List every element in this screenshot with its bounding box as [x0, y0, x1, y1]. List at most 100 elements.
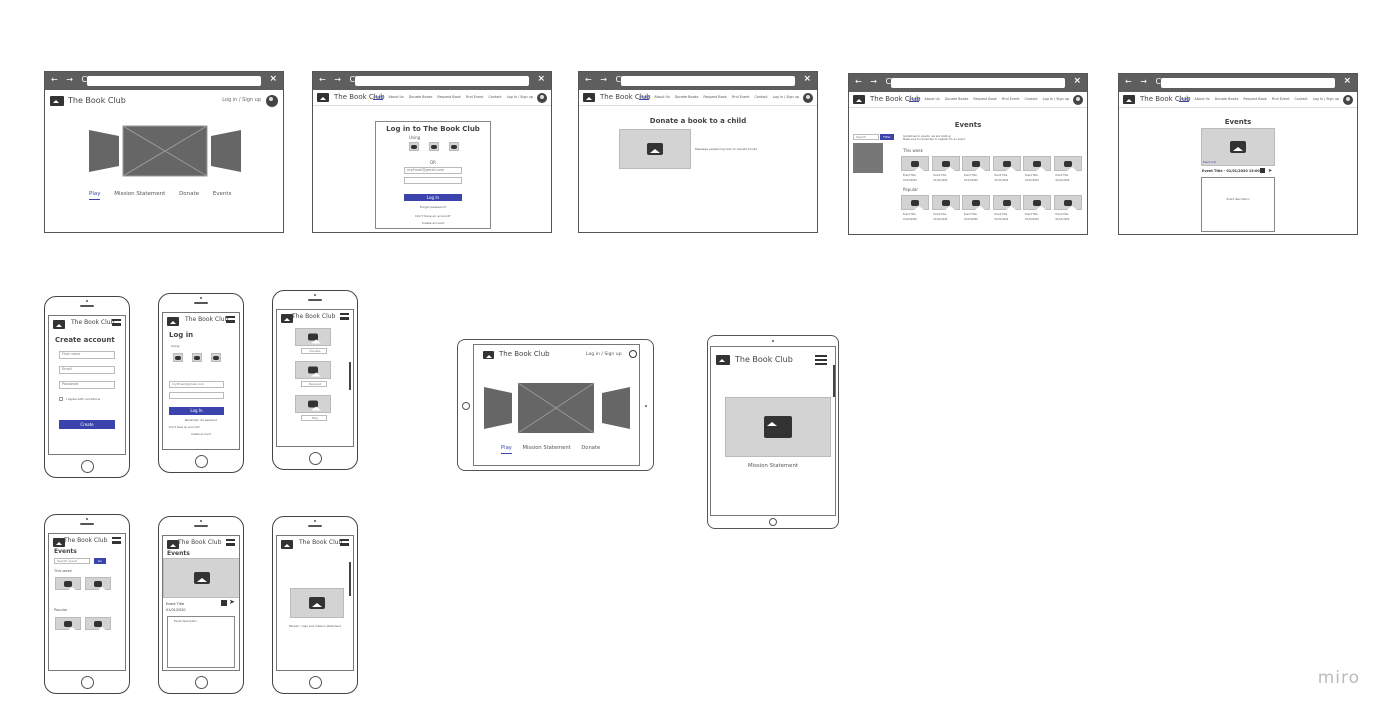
filter-button[interactable]: Filter: [880, 134, 894, 140]
nav-mission[interactable]: Mission Statement: [522, 445, 570, 451]
play-button[interactable]: Play: [301, 415, 327, 421]
event-card-image[interactable]: [1053, 156, 1082, 171]
nav-home[interactable]: Home: [909, 97, 920, 102]
email-field[interactable]: myEmail@gmail.com: [169, 381, 224, 388]
menu-icon[interactable]: [112, 319, 121, 326]
nav-donate-books[interactable]: Donate Books: [945, 97, 969, 101]
event-card-image[interactable]: [992, 195, 1021, 210]
nav-home[interactable]: Home: [639, 95, 650, 100]
nav-donate-books[interactable]: Donate Books: [409, 95, 433, 99]
email-field[interactable]: Email: [59, 366, 115, 374]
nav-home[interactable]: Home: [1179, 97, 1190, 102]
event-card-image[interactable]: [992, 156, 1021, 171]
menu-icon[interactable]: [340, 539, 349, 546]
nav-about[interactable]: About Us: [388, 95, 403, 99]
calendar-icon[interactable]: [221, 600, 227, 606]
password-field[interactable]: [404, 177, 462, 184]
nav-find-event[interactable]: Find Event: [732, 95, 750, 99]
login-link[interactable]: Log in / Sign up: [586, 352, 622, 357]
menu-icon[interactable]: [226, 539, 235, 546]
nav-donate[interactable]: Donate: [179, 191, 199, 197]
nav-donate-books[interactable]: Donate Books: [675, 95, 699, 99]
search-button[interactable]: Go: [94, 558, 106, 564]
avatar-icon[interactable]: [266, 95, 278, 107]
menu-icon[interactable]: [340, 313, 349, 320]
event-card-image[interactable]: [1053, 195, 1082, 210]
menu-icon[interactable]: [226, 316, 235, 323]
forgot-password-link[interactable]: Forgot password?: [376, 205, 490, 209]
login-button[interactable]: Log In: [169, 407, 224, 415]
home-button[interactable]: [769, 518, 777, 526]
nav-find-event[interactable]: Find Event: [1002, 97, 1020, 101]
nav-request-book[interactable]: Request Book: [703, 95, 726, 99]
home-button[interactable]: [81, 676, 94, 689]
nav-donate[interactable]: Donate: [581, 445, 600, 451]
calendar-icon[interactable]: [1260, 168, 1265, 173]
url-bar[interactable]: [355, 76, 529, 86]
home-button[interactable]: [309, 452, 322, 465]
nav-about[interactable]: About Us: [1194, 97, 1209, 101]
nav-request-book[interactable]: Request Book: [437, 95, 460, 99]
event-card-image[interactable]: [1023, 156, 1051, 171]
nav-mission[interactable]: Mission Statement: [114, 191, 165, 197]
remember-me[interactable]: Remember me password: [163, 419, 239, 422]
url-bar[interactable]: [87, 76, 261, 86]
home-button[interactable]: [195, 455, 208, 468]
url-bar[interactable]: [621, 76, 795, 86]
search-input[interactable]: Search event: [54, 558, 90, 564]
nav-about[interactable]: About Us: [654, 95, 669, 99]
event-tag[interactable]: Event Link: [1203, 161, 1216, 164]
login-button[interactable]: Log In: [404, 194, 462, 201]
event-card-image[interactable]: [1023, 195, 1051, 210]
avatar-icon[interactable]: [1343, 95, 1353, 105]
menu-icon[interactable]: [815, 355, 827, 365]
share-icon[interactable]: ➤: [229, 598, 235, 606]
event-card-image[interactable]: [55, 577, 81, 591]
event-card-image[interactable]: [962, 195, 990, 210]
avatar-icon[interactable]: [629, 350, 637, 358]
login-link[interactable]: Log in / Sign up: [222, 97, 261, 103]
nav-login[interactable]: Log In / Sign up: [507, 95, 533, 99]
nav-login[interactable]: Log In / Sign up: [1043, 97, 1069, 101]
menu-icon[interactable]: [112, 537, 121, 544]
password-field[interactable]: [169, 392, 224, 399]
email-field[interactable]: myEmail@gmail.com: [404, 167, 462, 174]
create-button[interactable]: Create: [59, 420, 115, 429]
twitter-login-button[interactable]: [449, 142, 464, 155]
donate-button[interactable]: Donate: [301, 348, 327, 354]
nav-play[interactable]: Play: [89, 191, 101, 200]
nav-find-event[interactable]: Find Event: [466, 95, 484, 99]
first-name-field[interactable]: First name: [59, 351, 115, 359]
nav-play[interactable]: Play: [501, 445, 512, 454]
home-button[interactable]: [81, 460, 94, 473]
create-account-link[interactable]: Create account: [163, 433, 239, 436]
event-card-image[interactable]: [85, 617, 111, 631]
request-button[interactable]: Request: [301, 381, 327, 387]
event-card-image[interactable]: [901, 156, 929, 171]
nav-events[interactable]: Events: [213, 191, 232, 197]
avatar-icon[interactable]: [537, 93, 547, 103]
url-bar[interactable]: [891, 78, 1065, 88]
nav-about[interactable]: About Us: [924, 97, 939, 101]
nav-donate-books[interactable]: Donate Books: [1215, 97, 1239, 101]
google-login-button[interactable]: [192, 353, 207, 366]
nav-contact[interactable]: Contact: [1294, 97, 1307, 101]
nav-login[interactable]: Log In / Sign up: [773, 95, 799, 99]
scrollbar[interactable]: [349, 562, 351, 596]
share-icon[interactable]: ➤: [1268, 168, 1272, 174]
event-card-image[interactable]: [55, 617, 81, 631]
terms-checkbox[interactable]: [59, 397, 63, 401]
nav-home[interactable]: Home: [373, 95, 384, 100]
event-card-image[interactable]: [901, 195, 929, 210]
scrollbar[interactable]: [349, 362, 351, 390]
calendar-widget[interactable]: [853, 143, 883, 173]
home-button[interactable]: [462, 402, 470, 410]
hero-carousel[interactable]: [85, 122, 245, 178]
facebook-login-button[interactable]: [173, 353, 188, 366]
nav-contact[interactable]: Contact: [754, 95, 767, 99]
nav-request-book[interactable]: Request Book: [1243, 97, 1266, 101]
home-button[interactable]: [195, 676, 208, 689]
home-button[interactable]: [309, 676, 322, 689]
url-bar[interactable]: [1161, 78, 1335, 88]
nav-login[interactable]: Log In / Sign up: [1313, 97, 1339, 101]
